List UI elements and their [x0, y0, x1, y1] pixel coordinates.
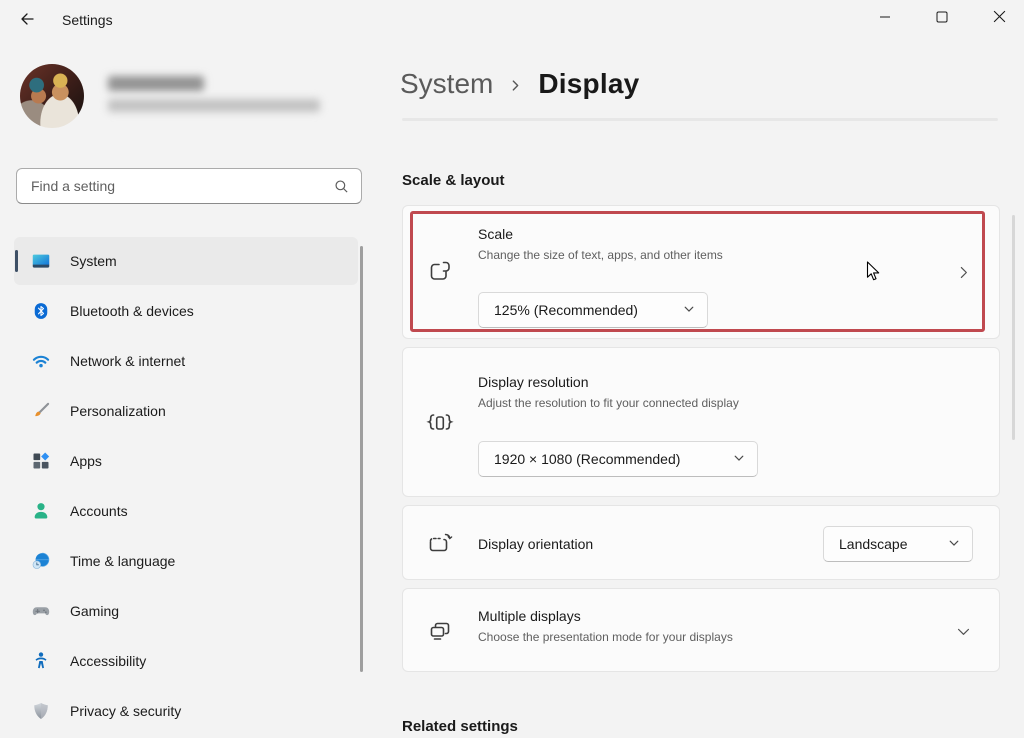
search-input[interactable] — [17, 169, 334, 203]
sidebar-item-accounts[interactable]: Accounts — [14, 487, 358, 535]
main-scrollbar[interactable] — [1012, 215, 1015, 440]
close-button[interactable] — [976, 0, 1022, 36]
selected-indicator — [15, 250, 18, 272]
chevron-down-icon — [955, 623, 972, 640]
shield-icon — [30, 700, 52, 722]
page-title: Display — [538, 68, 639, 100]
chevron-down-icon — [733, 451, 745, 467]
sidebar-item-gaming[interactable]: Gaming — [14, 587, 358, 635]
divider — [402, 118, 998, 121]
sidebar-item-accessibility[interactable]: Accessibility — [14, 637, 358, 685]
sidebar-item-network-internet[interactable]: Network & internet — [14, 337, 358, 385]
scale-dropdown[interactable]: 125% (Recommended) — [478, 292, 708, 328]
sidebar-item-system[interactable]: System — [14, 237, 358, 285]
display-orientation-card[interactable]: Display orientation Landscape — [402, 505, 1000, 580]
avatar[interactable] — [20, 64, 84, 128]
multiple-displays-subtitle: Choose the presentation mode for your di… — [478, 630, 733, 644]
display-resolution-dropdown[interactable]: 1920 × 1080 (Recommended) — [478, 441, 758, 477]
scale-subtitle: Change the size of text, apps, and other… — [478, 248, 723, 262]
search-icon — [334, 179, 349, 194]
apps-icon — [30, 450, 52, 472]
multiple-displays-icon — [426, 617, 454, 645]
bluetooth-icon — [30, 300, 52, 322]
sidebar-scrollbar[interactable] — [360, 246, 363, 672]
sidebar-item-apps[interactable]: Apps — [14, 437, 358, 485]
close-icon — [993, 10, 1006, 26]
paintbrush-icon — [30, 400, 52, 422]
titlebar: Settings — [0, 0, 1024, 40]
section-scale-layout: Scale & layout — [402, 172, 505, 189]
minimize-icon — [879, 11, 891, 26]
scale-card[interactable]: Scale Change the size of text, apps, and… — [402, 205, 1000, 339]
display-orientation-icon — [426, 530, 454, 558]
chevron-right-icon — [509, 79, 522, 92]
display-resolution-icon — [426, 409, 454, 437]
section-related-settings: Related settings — [402, 718, 518, 735]
chevron-down-icon — [683, 302, 695, 318]
display-resolution-title: Display resolution — [478, 374, 589, 390]
scale-title: Scale — [478, 226, 513, 242]
gamepad-icon — [30, 600, 52, 622]
chevron-down-icon — [948, 536, 960, 552]
display-resolution-subtitle: Adjust the resolution to fit your connec… — [478, 396, 739, 410]
back-button[interactable] — [12, 6, 42, 34]
person-icon — [30, 500, 52, 522]
sidebar-nav: System Bluetooth & devices Network & int… — [14, 237, 358, 737]
minimize-button[interactable] — [862, 0, 908, 36]
system-icon — [30, 250, 52, 272]
back-arrow-icon — [19, 11, 35, 30]
sidebar-item-privacy-security[interactable]: Privacy & security — [14, 687, 358, 735]
breadcrumb-system[interactable]: System — [400, 68, 493, 100]
scale-icon — [426, 259, 454, 287]
sidebar-item-personalization[interactable]: Personalization — [14, 387, 358, 435]
display-resolution-card[interactable]: Display resolution Adjust the resolution… — [402, 347, 1000, 497]
maximize-icon — [936, 11, 948, 26]
multiple-displays-title: Multiple displays — [478, 608, 581, 624]
breadcrumb: System Display — [400, 62, 639, 106]
chevron-right-icon — [955, 264, 972, 281]
multiple-displays-card[interactable]: Multiple displays Choose the presentatio… — [402, 588, 1000, 672]
display-orientation-dropdown[interactable]: Landscape — [823, 526, 973, 562]
wifi-icon — [30, 350, 52, 372]
maximize-button[interactable] — [919, 0, 965, 36]
user-email-redacted — [108, 99, 320, 112]
window-title: Settings — [62, 0, 113, 40]
search-box — [16, 168, 362, 204]
sidebar-item-time-language[interactable]: Time & language — [14, 537, 358, 585]
accessibility-icon — [30, 650, 52, 672]
display-orientation-title: Display orientation — [478, 536, 593, 552]
globe-clock-icon — [30, 550, 52, 572]
sidebar-item-bluetooth-devices[interactable]: Bluetooth & devices — [14, 287, 358, 335]
user-name-redacted — [108, 76, 204, 91]
